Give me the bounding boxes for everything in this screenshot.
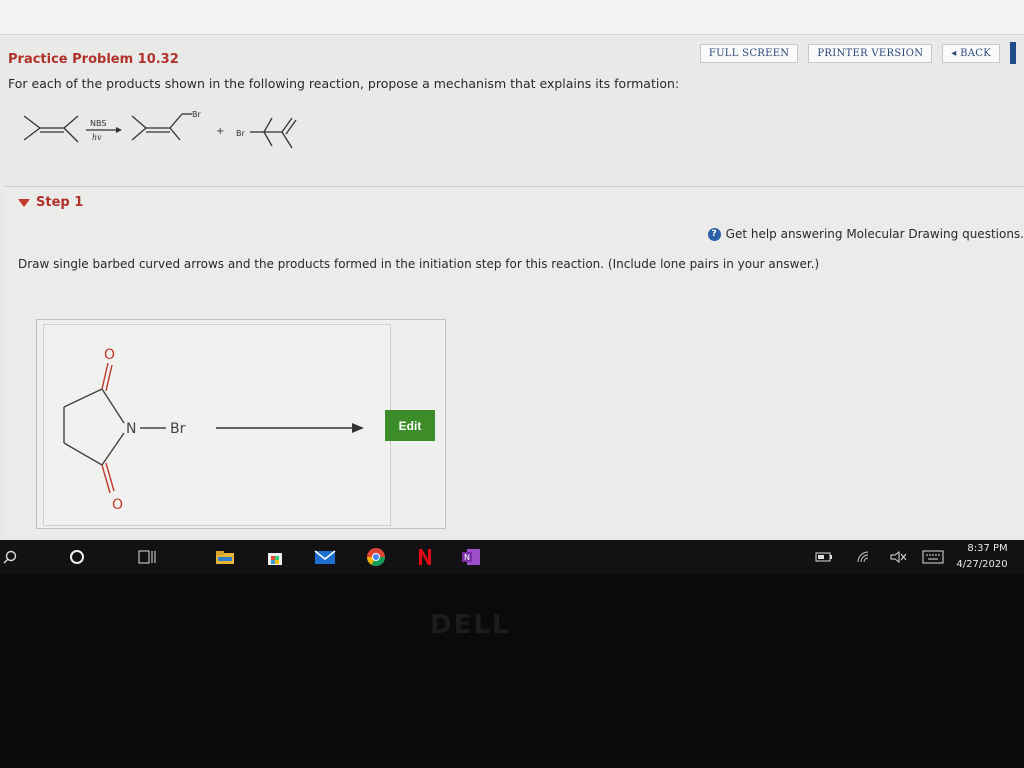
wifi-tray[interactable] [852,540,876,574]
search-taskbar-button[interactable] [0,540,20,574]
plus-sign: + [216,126,224,137]
cortana-button[interactable] [62,540,92,574]
help-link[interactable]: ? Get help answering Molecular Drawing q… [707,227,1024,241]
volume-muted-icon [890,551,907,563]
nbs-structure: O O N Br [63,347,364,513]
volume-tray[interactable] [886,540,910,574]
oxygen-top-label: O [104,347,115,363]
onenote-button[interactable]: N [456,540,486,574]
netflix-n-icon [419,549,431,565]
store-bag-icon [268,553,282,565]
clock[interactable]: 8:37 PM 4/27/2020 [950,540,1014,574]
search-icon [3,550,17,564]
netflix-button[interactable] [410,540,440,574]
dell-logo: DELL [430,610,511,640]
reaction-arrowhead [116,127,122,133]
reactant-structure [23,115,79,143]
back-button[interactable]: ◂ BACK [942,43,1000,63]
chrome-button[interactable] [356,540,396,576]
step-panel: Step 1 ? Get help answering Molecular Dr… [4,186,1024,537]
reaction-scheme: NBS hv Br + Br [23,110,297,149]
laptop-bezel: DELL [0,574,1024,768]
cortana-circle-icon [70,550,84,564]
step-label: Step 1 [36,195,84,210]
help-text: Get help answering Molecular Drawing que… [725,227,1024,241]
svg-text:N: N [464,553,470,562]
wifi-icon [857,551,869,563]
header-toolbar: FULL SCREEN PRINTER VERSION ◂ BACK [699,42,1016,64]
battery-tray[interactable] [812,540,836,574]
store-button[interactable] [260,540,290,574]
oxygen-bottom-label: O [112,497,123,513]
battery-icon [815,552,832,562]
product2-br: Br [236,129,245,138]
clock-date: 4/27/2020 [956,559,1008,570]
mail-button[interactable] [310,540,340,574]
clock-time: 8:37 PM [967,543,1008,554]
folder-icon [216,551,234,564]
product1-br: Br [192,110,201,119]
reagent-top: NBS [90,119,106,128]
edit-button[interactable]: Edit [385,410,435,441]
top-strip [0,0,1024,35]
nitrogen-label: N [126,421,136,437]
task-view-button[interactable] [132,540,162,574]
reagent-bottom: hv [92,133,102,142]
step-toggle[interactable]: Step 1 [18,195,83,210]
taskbar: N 8:37 PM 4/27/2020 [0,540,1024,576]
mail-envelope-icon [314,550,336,564]
task-view-icon [138,550,156,564]
step-instruction: Draw single barbed curved arrows and the… [18,257,820,271]
initiation-arrowhead [352,423,364,433]
product1-structure [131,113,192,141]
file-explorer-button[interactable] [210,540,240,574]
help-question-icon: ? [707,227,721,241]
edge-tab [1010,42,1016,64]
product2-structure [250,117,297,149]
chrome-icon [367,548,385,567]
drawing-canvas[interactable]: O O N Br [43,324,391,526]
browser-viewport: FULL SCREEN PRINTER VERSION ◂ BACK Pract… [0,0,1024,540]
keyboard-tray[interactable] [920,540,946,574]
onenote-icon: N [462,549,480,565]
full-screen-button[interactable]: FULL SCREEN [699,43,799,63]
problem-instruction: For each of the products shown in the fo… [8,76,680,91]
printer-version-button[interactable]: PRINTER VERSION [808,43,933,63]
problem-title: Practice Problem 10.32 [8,52,179,67]
bromine-label: Br [170,421,186,437]
keyboard-icon [922,550,944,564]
expand-triangle-icon [18,198,30,207]
